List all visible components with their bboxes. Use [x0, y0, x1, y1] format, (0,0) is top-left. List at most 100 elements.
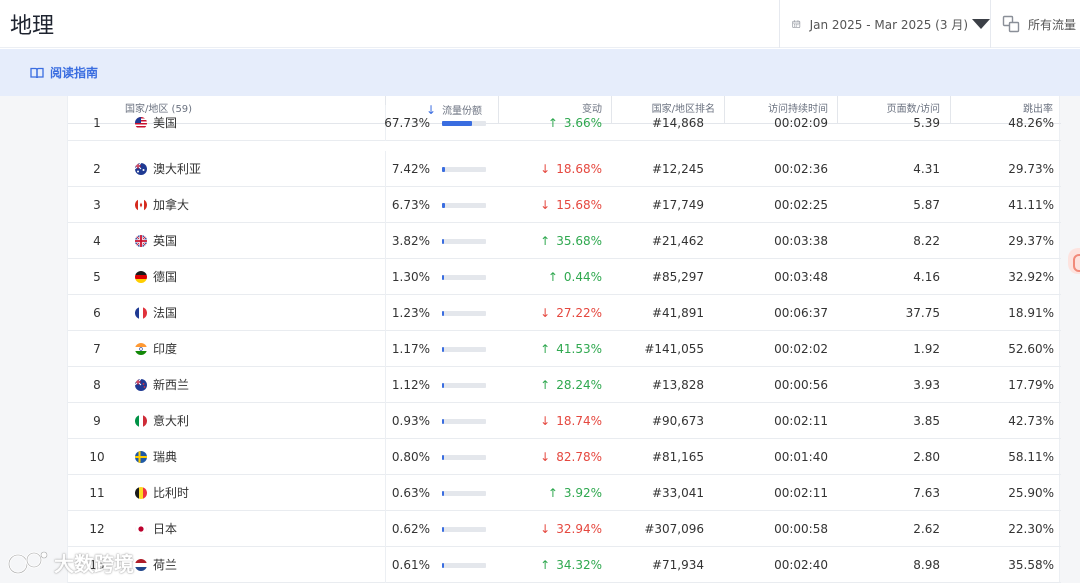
- country-rank: #17,749: [651, 198, 704, 212]
- pages-per-visit: 1.92: [913, 342, 940, 356]
- country-name[interactable]: 荷兰: [153, 547, 177, 583]
- visit-duration: 00:03:48: [774, 270, 828, 284]
- country-name[interactable]: 意大利: [153, 403, 189, 439]
- traffic-share: 3.82%: [391, 234, 430, 248]
- table-row[interactable]: 1 美国 67.73% ↑ 3.66% #14,868 00:02:09 5.39 48.26%: [68, 105, 1061, 141]
- pages-per-visit: 3.85: [913, 414, 940, 428]
- table-row[interactable]: 6 法国 1.23% ↓ 27.22% #41,891 00:06:37 37.75 18.91…: [68, 295, 1061, 331]
- rank-number: 7: [93, 342, 101, 356]
- table-row[interactable]: 2 澳大利亚 7.42% ↓ 18.68% #12,245 00:02:36 4.31 29.7…: [68, 151, 1061, 187]
- bounce-rate: 35.58%: [1008, 558, 1054, 572]
- rank-number: 5: [93, 270, 101, 284]
- traffic-share-bar-fill: [442, 275, 444, 280]
- traffic-share: 0.62%: [391, 522, 430, 536]
- country-name[interactable]: 英国: [153, 223, 177, 259]
- flag-gb-icon: [135, 235, 147, 247]
- rank-number: 2: [93, 162, 101, 176]
- bounce-rate: 32.92%: [1008, 270, 1054, 284]
- bounce-rate: 25.90%: [1008, 486, 1054, 500]
- table-row[interactable]: 4 英国 3.82% ↑ 35.68% #21,462 00:03:38 8.22 29.37%: [68, 223, 1061, 259]
- country-rank: #307,096: [644, 522, 704, 536]
- bounce-rate: 22.30%: [1008, 522, 1054, 536]
- table-row[interactable]: 5 德国 1.30% ↑ 0.44% #85,297 00:03:48 4.16 32.92%: [68, 259, 1061, 295]
- traffic-filter-dropdown[interactable]: 所有流量: [992, 0, 1080, 48]
- table-row[interactable]: 13 荷兰 0.61% ↑ 34.32% #71,934 00:02:40 8.98 35.58…: [68, 547, 1061, 583]
- feedback-tab-icon[interactable]: [1068, 248, 1080, 274]
- table-row[interactable]: 10 瑞典 0.80% ↓ 82.78% #81,165 00:01:40 2.80 58.11…: [68, 439, 1061, 475]
- bounce-rate: 18.91%: [1008, 306, 1054, 320]
- traffic-share: 7.42%: [391, 162, 430, 176]
- change-value: ↑ 0.44%: [498, 259, 602, 295]
- pages-per-visit: 2.62: [913, 522, 940, 536]
- traffic-share-bar: [442, 419, 486, 424]
- change-percent: 34.32%: [556, 558, 602, 572]
- traffic-share: 0.93%: [391, 414, 430, 428]
- traffic-share-bar: [442, 167, 486, 172]
- traffic-share: 1.23%: [391, 306, 430, 320]
- change-value: ↓ 27.22%: [498, 295, 602, 331]
- change-percent: 18.68%: [556, 162, 602, 176]
- arrow-down-icon: ↓: [540, 162, 551, 176]
- rank-number: 1: [93, 116, 101, 130]
- traffic-share: 1.17%: [391, 342, 430, 356]
- country-rank: #41,891: [651, 306, 704, 320]
- bounce-rate: 42.73%: [1008, 414, 1054, 428]
- country-name[interactable]: 法国: [153, 295, 177, 331]
- pages-per-visit: 3.93: [913, 378, 940, 392]
- traffic-share-bar-fill: [442, 311, 444, 316]
- change-value: ↓ 15.68%: [498, 187, 602, 223]
- traffic-share-bar: [442, 491, 486, 496]
- country-name[interactable]: 加拿大: [153, 187, 189, 223]
- change-value: ↑ 3.92%: [498, 475, 602, 511]
- change-value: ↑ 34.32%: [498, 547, 602, 583]
- table-row[interactable]: 8 新西兰 1.12% ↑ 28.24% #13,828 00:00:56 3.93 17.79…: [68, 367, 1061, 403]
- table-row[interactable]: 9 意大利 0.93% ↓ 18.74% #90,673 00:02:11 3.85 42.73…: [68, 403, 1061, 439]
- bounce-rate: 29.73%: [1008, 162, 1054, 176]
- rank-number: 12: [89, 522, 105, 536]
- flag-nl-icon: [135, 559, 147, 571]
- arrow-up-icon: ↑: [540, 558, 551, 572]
- date-range-label: Jan 2025 - Mar 2025 (3 月): [809, 17, 968, 32]
- change-percent: 82.78%: [556, 450, 602, 464]
- visit-duration: 00:02:36: [774, 162, 828, 176]
- arrow-up-icon: ↑: [547, 486, 558, 500]
- traffic-share-bar: [442, 563, 486, 568]
- table-row[interactable]: 3 加拿大 6.73% ↓ 15.68% #17,749 00:02:25 5.87 41.11…: [68, 187, 1061, 223]
- country-name[interactable]: 印度: [153, 331, 177, 367]
- country-name[interactable]: 澳大利亚: [153, 151, 201, 187]
- rank-number: 10: [89, 450, 105, 464]
- flag-fr-icon: [135, 307, 147, 319]
- bounce-rate: 48.26%: [1008, 116, 1054, 130]
- bounce-rate: 41.11%: [1008, 198, 1054, 212]
- reading-guide-link[interactable]: 阅读指南: [30, 64, 98, 81]
- table-row[interactable]: 12 日本 0.62% ↓ 32.94% #307,096 00:00:58 2.62 22.3…: [68, 511, 1061, 547]
- country-name[interactable]: 瑞典: [153, 439, 177, 475]
- date-range-picker[interactable]: Jan 2025 - Mar 2025 (3 月): [779, 0, 991, 48]
- country-name[interactable]: 比利时: [153, 475, 189, 511]
- watermark: 大数跨境: [6, 548, 134, 577]
- visit-duration: 00:02:11: [774, 486, 828, 500]
- watermark-logo-icon: [7, 551, 48, 574]
- flag-de-icon: [135, 271, 147, 283]
- traffic-share-bar: [442, 527, 486, 532]
- country-name[interactable]: 新西兰: [153, 367, 189, 403]
- flag-it-icon: [135, 415, 147, 427]
- visit-duration: 00:02:25: [774, 198, 828, 212]
- visit-duration: 00:03:38: [774, 234, 828, 248]
- traffic-share: 0.61%: [391, 558, 430, 572]
- traffic-share-bar: [442, 239, 486, 244]
- table-row[interactable]: 7 印度 1.17% ↑ 41.53% #141,055 00:02:02 1.92 52.60…: [68, 331, 1061, 367]
- visit-duration: 00:02:02: [774, 342, 828, 356]
- rank-number: 8: [93, 378, 101, 392]
- traffic-share-bar-fill: [442, 527, 444, 532]
- visit-duration: 00:02:11: [774, 414, 828, 428]
- arrow-down-icon: ↓: [540, 522, 551, 536]
- country-name[interactable]: 美国: [153, 105, 177, 141]
- arrow-up-icon: ↑: [540, 342, 551, 356]
- country-name[interactable]: 日本: [153, 511, 177, 547]
- arrow-down-icon: ↓: [540, 198, 551, 212]
- traffic-share: 67.73%: [384, 116, 430, 130]
- country-name[interactable]: 德国: [153, 259, 177, 295]
- flag-nz-icon: [135, 379, 147, 391]
- table-row[interactable]: 11 比利时 0.63% ↑ 3.92% #33,041 00:02:11 7.63 25.90…: [68, 475, 1061, 511]
